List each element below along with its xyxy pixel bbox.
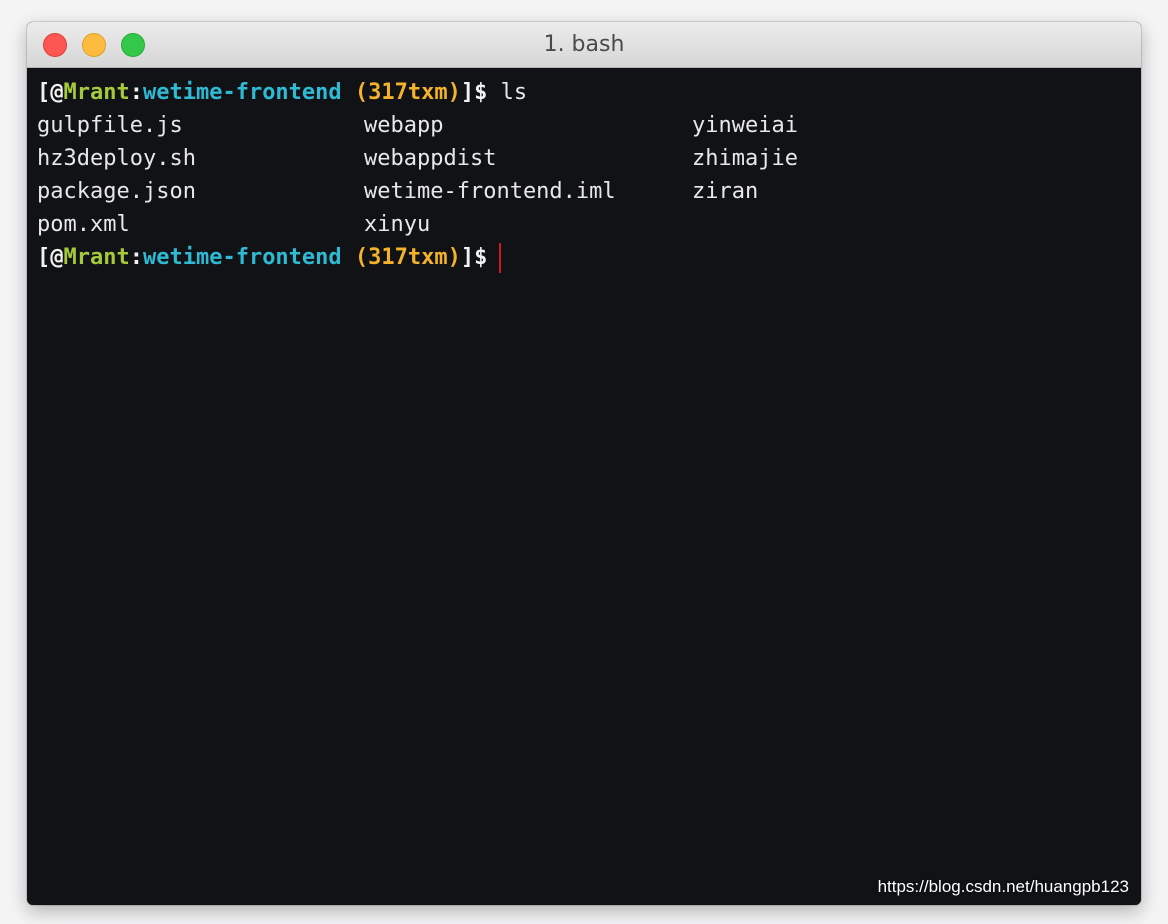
prompt-open: [@ <box>37 245 64 270</box>
prompt-open: [@ <box>37 80 64 105</box>
prompt-separator: : <box>129 80 143 105</box>
file-entry: webapp <box>364 113 444 138</box>
file-entry: yinweiai <box>692 113 798 138</box>
file-entry: wetime-frontend.iml <box>364 179 616 204</box>
file-entry: zhimajie <box>692 146 798 171</box>
text-cursor <box>499 243 502 273</box>
prompt-close: ]$ <box>460 80 488 105</box>
file-entry: gulpfile.js <box>37 113 183 138</box>
file-entry: hz3deploy.sh <box>37 146 196 171</box>
command-text: ls <box>500 80 528 105</box>
file-entry: pom.xml <box>37 212 130 237</box>
window-title: 1. bash <box>543 32 625 57</box>
prompt-user: Mrant <box>63 80 130 105</box>
prompt-user: Mrant <box>63 245 130 270</box>
prompt-line: [@Mrant:wetime-frontend (317txm)]$ <box>37 241 1141 274</box>
file-entry: xinyu <box>364 212 431 237</box>
listing-row: gulpfile.js webapp yinweiai <box>37 109 1141 142</box>
prompt-separator: : <box>129 245 143 270</box>
prompt-path: wetime-frontend <box>142 80 342 105</box>
terminal-window: 1. bash [@Mrant:wetime-frontend (317txm)… <box>27 22 1141 905</box>
prompt-branch: (317txm) <box>354 80 461 105</box>
watermark: https://blog.csdn.net/huangpb123 <box>877 877 1129 896</box>
file-entry: package.json <box>37 179 196 204</box>
listing-row: package.json wetime-frontend.iml ziran <box>37 175 1141 208</box>
file-entry: ziran <box>692 179 759 204</box>
terminal-output[interactable]: [@Mrant:wetime-frontend (317txm)]$ ls gu… <box>27 68 1141 905</box>
prompt-line: [@Mrant:wetime-frontend (317txm)]$ ls <box>37 76 1141 109</box>
file-entry: webappdist <box>364 146 497 171</box>
listing-row: hz3deploy.sh webappdist zhimajie <box>37 142 1141 175</box>
prompt-close: ]$ <box>460 245 488 270</box>
title-bar[interactable]: 1. bash <box>27 22 1141 68</box>
prompt-path: wetime-frontend <box>142 245 342 270</box>
listing-row: pom.xml xinyu <box>37 208 1141 241</box>
prompt-branch: (317txm) <box>354 245 461 270</box>
